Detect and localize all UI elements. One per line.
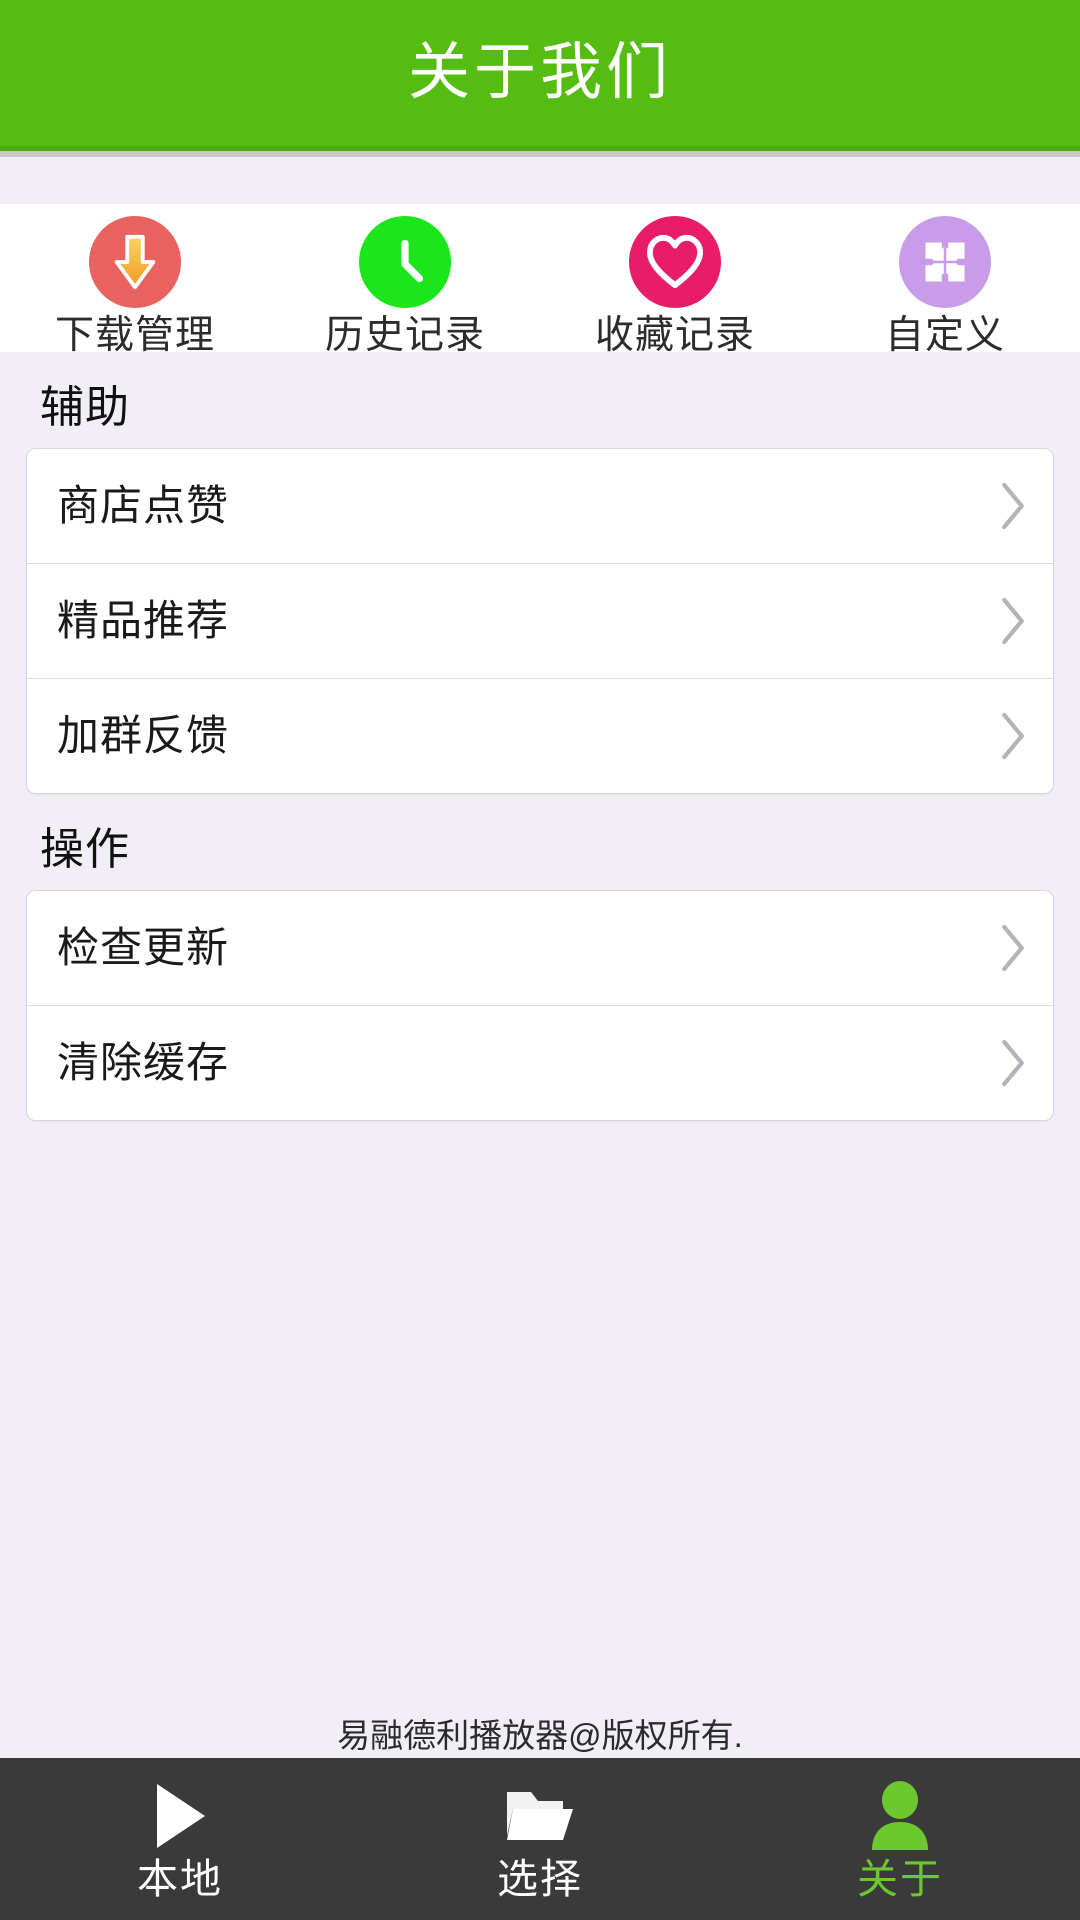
settings-scroll-area[interactable]: 辅助 商店点赞 精品推荐 加群反馈 操作 检查更新 清除缓存 易融德利播放器@版… — [0, 352, 1080, 1758]
bottom-tab-bar: 本地 选择 关于 — [0, 1758, 1080, 1920]
list-item-clear-cache[interactable]: 清除缓存 — [27, 1005, 1053, 1120]
list-item-store-like[interactable]: 商店点赞 — [27, 449, 1053, 563]
heart-outline-glyph — [646, 234, 704, 289]
chevron-right-icon — [1002, 482, 1024, 530]
folder-open-glyph — [507, 1791, 573, 1840]
list-item-label: 检查更新 — [57, 924, 230, 971]
folder-icon — [503, 1779, 577, 1853]
chevron-right-icon — [1002, 1039, 1024, 1087]
tab-label: 关于 — [857, 1855, 943, 1902]
page-title: 关于我们 — [407, 38, 672, 107]
section-heading-operations: 操作 — [40, 825, 130, 874]
list-item-check-update[interactable]: 检查更新 — [27, 891, 1053, 1005]
clock-icon — [359, 216, 451, 308]
page-header: 关于我们 — [0, 0, 1080, 151]
list-item-join-group-feedback[interactable]: 加群反馈 — [27, 678, 1053, 793]
chevron-right-icon — [1002, 924, 1024, 972]
quick-action-label: 历史记录 — [324, 314, 485, 357]
settings-card-assist: 商店点赞 精品推荐 加群反馈 — [26, 448, 1054, 794]
tab-select[interactable]: 选择 — [360, 1779, 720, 1900]
quick-action-label: 自定义 — [884, 314, 1005, 357]
tab-about[interactable]: 关于 — [720, 1779, 1080, 1900]
puzzle-icon — [899, 216, 991, 308]
play-icon — [149, 1779, 211, 1853]
person-glyph — [872, 1780, 928, 1850]
quick-actions-bar: 下载管理 历史记录 收藏记录 自定义 — [0, 204, 1080, 355]
tab-label: 本地 — [137, 1855, 223, 1902]
tab-label: 选择 — [497, 1855, 583, 1902]
list-item-label: 加群反馈 — [57, 712, 230, 759]
heart-icon — [629, 216, 721, 308]
copyright-text: 易融德利播放器@版权所有. — [337, 1717, 743, 1754]
chevron-right-icon — [1002, 712, 1024, 760]
quick-action-history[interactable]: 历史记录 — [270, 216, 540, 355]
quick-action-favorites[interactable]: 收藏记录 — [540, 216, 810, 355]
section-heading-assist: 辅助 — [40, 383, 130, 432]
person-icon — [867, 1779, 933, 1853]
quick-action-custom[interactable]: 自定义 — [810, 216, 1080, 355]
settings-card-operations: 检查更新 清除缓存 — [26, 890, 1054, 1121]
chevron-right-icon — [1002, 597, 1024, 645]
list-item-label: 清除缓存 — [57, 1039, 230, 1086]
list-item-recommend[interactable]: 精品推荐 — [27, 563, 1053, 678]
tab-local[interactable]: 本地 — [0, 1779, 360, 1900]
clock-hands-glyph — [401, 239, 424, 283]
header-gap — [0, 157, 1080, 204]
download-icon — [89, 216, 181, 308]
puzzle-pieces-glyph — [925, 242, 965, 282]
quick-action-label: 下载管理 — [54, 314, 215, 357]
quick-action-download[interactable]: 下载管理 — [0, 216, 270, 355]
about-screen: 关于我们 下载管理 历史记录 收藏记录 自定义 辅助 商店点赞 精品推荐 加群反… — [0, 0, 1080, 1920]
list-item-label: 商店点赞 — [57, 482, 230, 529]
list-item-label: 精品推荐 — [57, 597, 230, 644]
play-triangle-glyph — [157, 1783, 205, 1848]
download-arrow-glyph — [114, 234, 156, 290]
quick-action-label: 收藏记录 — [594, 314, 755, 357]
